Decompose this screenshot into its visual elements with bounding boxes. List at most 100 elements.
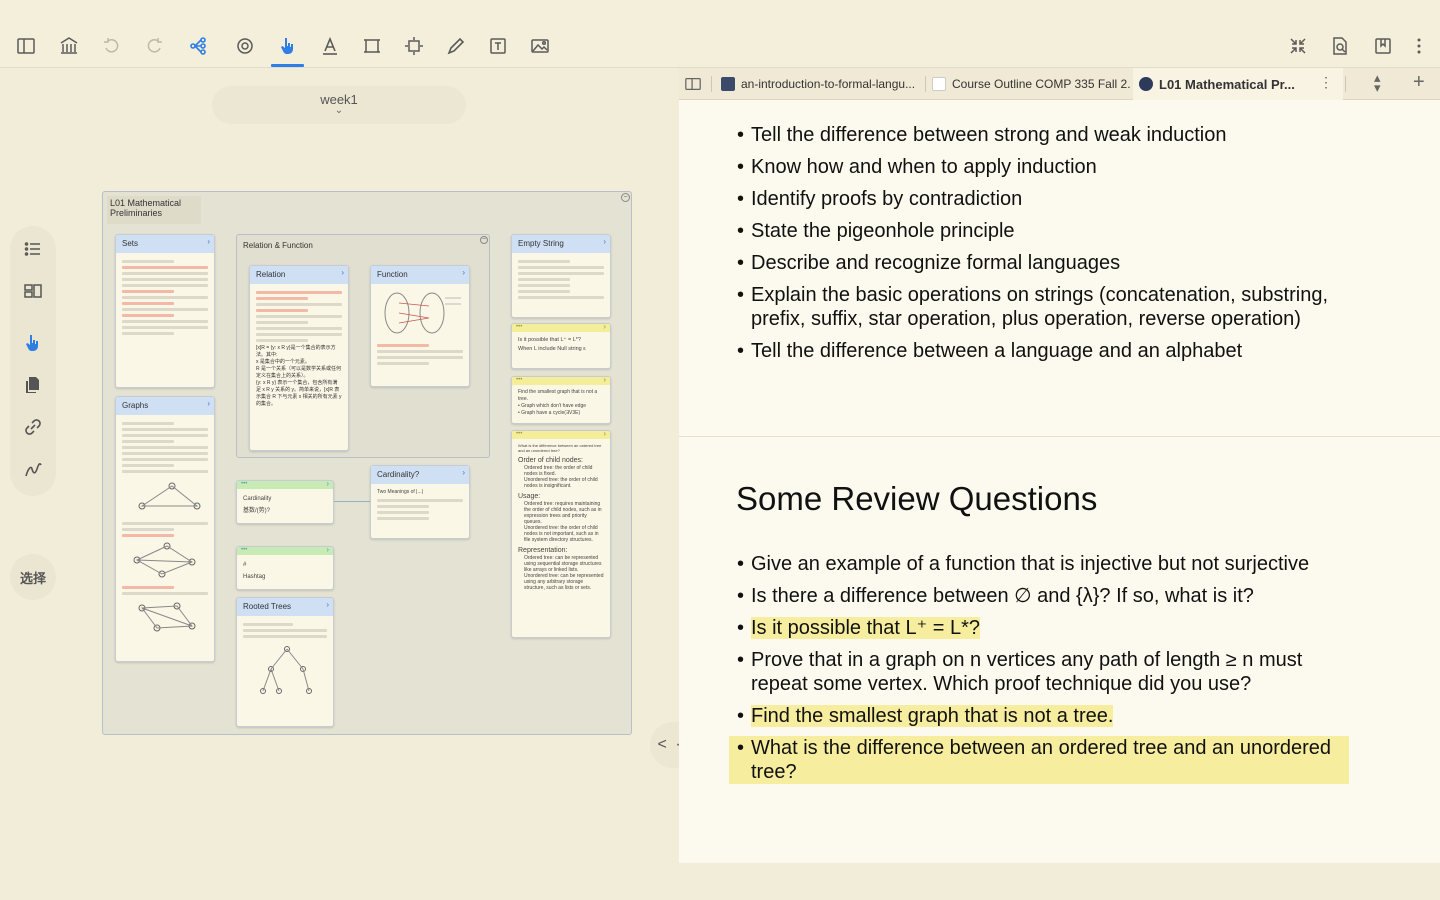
link-icon[interactable] (22, 416, 44, 438)
note-question: What is the difference between an ordere… (518, 443, 602, 453)
note-cardinality[interactable]: ••• › Cardinality 基数/(势)? (236, 480, 334, 524)
note-bullet: Ordered tree: requires maintaining the o… (524, 501, 602, 525)
list-item-highlighted[interactable]: Find the smallest graph that is not a tr… (737, 704, 1377, 728)
chevron-right-icon[interactable]: › (207, 237, 210, 246)
card-title: Relation (256, 270, 286, 279)
card-relation[interactable]: Relation › [x]R = {y: x R y}是一个集合的表示方法。其中… (249, 265, 349, 451)
card-body (116, 253, 214, 342)
chevron-right-icon[interactable]: › (462, 468, 465, 477)
relation-note-line: [x]R = {y: x R y}是一个集合的表示方法。其中: (256, 345, 336, 358)
note-question-lplus[interactable]: ••• › Is it possible that L⁺ = L*? When L… (511, 323, 611, 369)
board-title: L01 Mathematical Preliminaries (107, 196, 201, 224)
list-item-highlighted[interactable]: Is it possible that L⁺ = L*? (737, 616, 1377, 640)
chevron-down-icon: ⌄ (334, 105, 344, 116)
note-question-ordered-tree[interactable]: ••• › What is the difference between an o… (511, 430, 611, 638)
add-tab-icon[interactable]: + (1413, 71, 1425, 94)
relation-note-line: {y: x R y} 表示一个集合，包含所有满足 x R y 关系的 y。简单来… (256, 380, 342, 407)
note-bullet: Unordered tree: the order of child nodes… (524, 525, 599, 543)
chevron-right-icon[interactable]: › (326, 481, 329, 488)
card-cardinality[interactable]: Cardinality? › Two Meanings of |...| (370, 465, 470, 539)
crop-icon[interactable] (359, 33, 385, 59)
undo-icon[interactable] (99, 33, 125, 59)
redo-icon[interactable] (141, 33, 167, 59)
note-title: Hashtag (243, 574, 266, 580)
note-question-tree[interactable]: ••• › Find the smallest graph that is not… (511, 376, 611, 424)
note-title: Cardinality (243, 496, 272, 502)
copy-icon[interactable] (22, 374, 44, 396)
mindmap-icon[interactable] (185, 33, 211, 59)
card-title: Graphs (122, 401, 149, 410)
chevron-right-icon[interactable]: › (326, 547, 329, 554)
tab-separator (1345, 76, 1346, 92)
section-title: Some Review Questions (736, 480, 1098, 517)
note-heading: Representation: (518, 547, 568, 554)
outline-list-icon[interactable] (22, 238, 44, 260)
note-bullet: Unordered tree: the order of child nodes… (524, 477, 598, 489)
chevron-right-icon[interactable]: › (603, 377, 606, 384)
chevron-right-icon[interactable]: › (603, 431, 606, 438)
connector-line (334, 501, 370, 502)
chevron-right-icon[interactable]: › (341, 268, 344, 277)
sort-icon[interactable]: ▴ ▾ (1374, 71, 1381, 94)
sidebar-toggle-icon[interactable] (13, 33, 39, 59)
list-item: Tell the difference between a language a… (737, 339, 1357, 363)
chevron-right-icon[interactable]: › (207, 399, 210, 408)
note-answer: When L include Null string ε (518, 346, 586, 352)
active-tool-indicator (271, 64, 304, 67)
list-item-highlighted[interactable]: What is the difference between an ordere… (729, 736, 1349, 784)
list-item: Identify proofs by contradiction (737, 187, 1357, 211)
image-icon[interactable] (527, 33, 553, 59)
document-search-icon[interactable] (1327, 33, 1353, 59)
textbox-icon[interactable] (485, 33, 511, 59)
card-body (116, 415, 214, 641)
pen-icon[interactable] (443, 33, 469, 59)
split-view-icon[interactable] (684, 75, 702, 93)
list-item: Prove that in a graph on n vertices any … (737, 648, 1337, 696)
card-empty-string[interactable]: Empty String › (511, 234, 611, 318)
review-questions-list: Give an example of a function that is in… (729, 552, 1377, 792)
list-item: Know how and when to apply induction (737, 155, 1357, 179)
note-text: 基数/(势)? (243, 508, 271, 514)
pdf-document-view[interactable]: Tell the difference between strong and w… (679, 100, 1440, 863)
list-item: Explain the basic operations on strings … (737, 283, 1357, 331)
card-graphs[interactable]: Graphs › (115, 396, 215, 662)
collapse-icon[interactable] (1285, 33, 1311, 59)
pdf-thumbnail-icon (1139, 77, 1153, 91)
group-title: Relation & Function (243, 241, 313, 250)
card-title: Rooted Trees (243, 602, 292, 611)
tab-more-icon[interactable]: ⋮ (1319, 74, 1333, 91)
focus-icon[interactable] (232, 33, 258, 59)
card-function[interactable]: Function › (370, 265, 470, 387)
note-heading: Usage: (518, 493, 541, 500)
select-button[interactable]: 选择 (10, 554, 56, 600)
card-body (371, 284, 469, 372)
chevron-right-icon[interactable]: › (603, 324, 606, 331)
card-title: Cardinality? (377, 470, 420, 479)
card-sets[interactable]: Sets › (115, 234, 215, 388)
hand-pointer-icon[interactable] (22, 332, 44, 354)
text-highlight-icon[interactable] (317, 33, 343, 59)
tab-label: L01 Mathematical Pr... (1159, 76, 1295, 92)
pdf-thumbnail-icon (721, 77, 735, 91)
frame-icon[interactable] (401, 33, 427, 59)
card-rooted-trees[interactable]: Rooted Trees › (236, 597, 334, 727)
freehand-icon[interactable] (22, 458, 44, 480)
tab-course-outline[interactable]: Course Outline COMP 335 Fall 2... (926, 68, 1131, 100)
note-hashtag[interactable]: ••• › # Hashtag (236, 546, 334, 590)
bookmark-icon[interactable] (1370, 33, 1396, 59)
tab-formal-languages[interactable]: an-introduction-to-formal-langu... (715, 68, 925, 100)
tab-l01-mathematical[interactable]: L01 Mathematical Pr... (1133, 68, 1343, 100)
chevron-right-icon[interactable]: › (603, 237, 606, 246)
card-subtitle: Two Meanings of |...| (377, 489, 423, 495)
layout-icon[interactable] (22, 280, 44, 302)
week-selector[interactable]: week1 ⌄ (212, 86, 466, 124)
note-bullet: Ordered tree: can be represented using s… (524, 555, 602, 573)
collapse-icon[interactable]: − (621, 193, 630, 202)
relation-note: [x]R = {y: x R y}是一个集合的表示方法。其中: x 是集合中的一… (256, 345, 342, 408)
more-icon[interactable] (1406, 33, 1432, 59)
hand-pointer-icon[interactable] (275, 33, 301, 59)
chevron-right-icon[interactable]: › (462, 268, 465, 277)
library-icon[interactable] (56, 33, 82, 59)
collapse-icon[interactable]: − (480, 236, 488, 244)
chevron-right-icon[interactable]: › (326, 600, 329, 609)
